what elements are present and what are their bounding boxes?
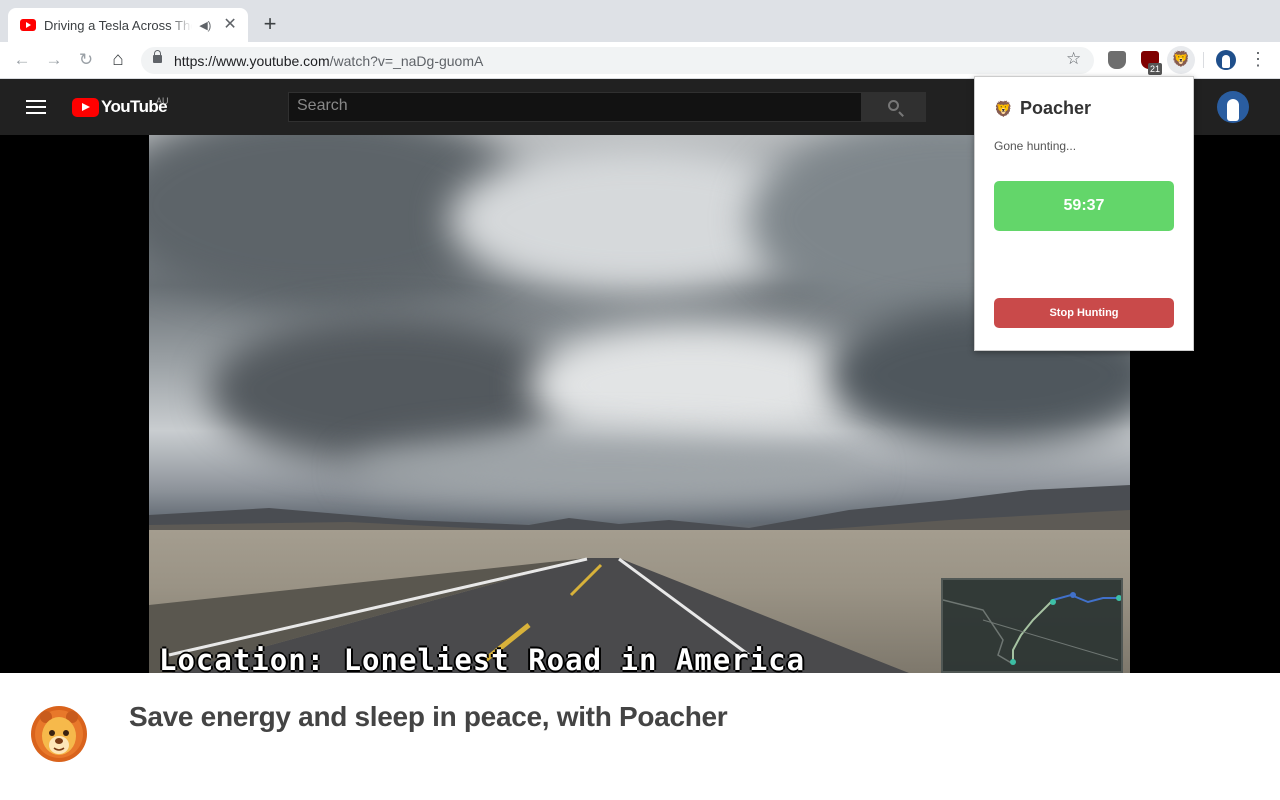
shield-extension-icon[interactable] [1108,51,1126,69]
tab-strip: Driving a Tesla Across The ◀︎) ✕ + [0,0,1280,42]
speaker-icon[interactable]: ◀︎) [196,19,214,32]
popup-title: Poacher [1020,98,1092,118]
lock-icon[interactable] [153,50,162,63]
youtube-play-icon [72,97,99,117]
home-button[interactable]: ⌂ [108,50,128,70]
video-location-caption: Location: Loneliest Road in America [159,643,806,673]
popup-header: 🦁 Poacher [994,98,1091,119]
url-text[interactable]: https://www.youtube.com/watch?v=_naDg-gu… [174,53,483,69]
hunting-status: Gone hunting... [994,139,1077,153]
route-minimap [941,578,1123,673]
lion-logo-icon: 🦁 [994,100,1013,118]
search-icon [888,100,899,111]
new-tab-button[interactable]: + [260,12,280,36]
reload-button[interactable]: ↻ [76,50,96,70]
youtube-logo[interactable]: YouTube [72,95,168,119]
browser-tab[interactable]: Driving a Tesla Across The ◀︎) ✕ [8,8,248,42]
back-button[interactable]: ← [12,50,32,70]
tab-title: Driving a Tesla Across The [44,17,193,33]
promo-tagline: Save energy and sleep in peace, with Poa… [129,701,728,732]
search-input[interactable]: Search [288,92,862,122]
ublock-count-badge: 21 [1148,63,1163,75]
countdown-timer: 59:37 [994,181,1174,231]
lion-face-icon [31,706,87,762]
stop-hunting-button[interactable]: Stop Hunting [994,298,1174,328]
youtube-favicon-icon [20,19,36,31]
tab-close-button[interactable]: ✕ [222,17,238,33]
address-bar[interactable]: https://www.youtube.com/watch?v=_naDg-gu… [141,47,1094,74]
bookmark-star-icon[interactable]: ☆ [1066,49,1081,69]
browser-menu-icon[interactable]: ⋮ [1248,49,1268,69]
profile-avatar-icon[interactable] [1216,50,1236,70]
region-label: AU [156,96,169,106]
forward-button[interactable]: → [44,50,64,70]
promo-footer: Save energy and sleep in peace, with Poa… [0,673,1280,800]
menu-icon[interactable] [26,100,46,114]
youtube-avatar[interactable] [1217,91,1249,123]
search-button[interactable] [862,92,926,122]
browser-toolbar: ← → ↻ ⌂ https://www.youtube.com/watch?v=… [0,42,1280,79]
poacher-popup: 🦁 Poacher Gone hunting... 59:37 Stop Hun… [974,76,1194,351]
poacher-extension-icon[interactable]: 🦁 [1167,46,1195,74]
toolbar-divider [1203,52,1204,68]
